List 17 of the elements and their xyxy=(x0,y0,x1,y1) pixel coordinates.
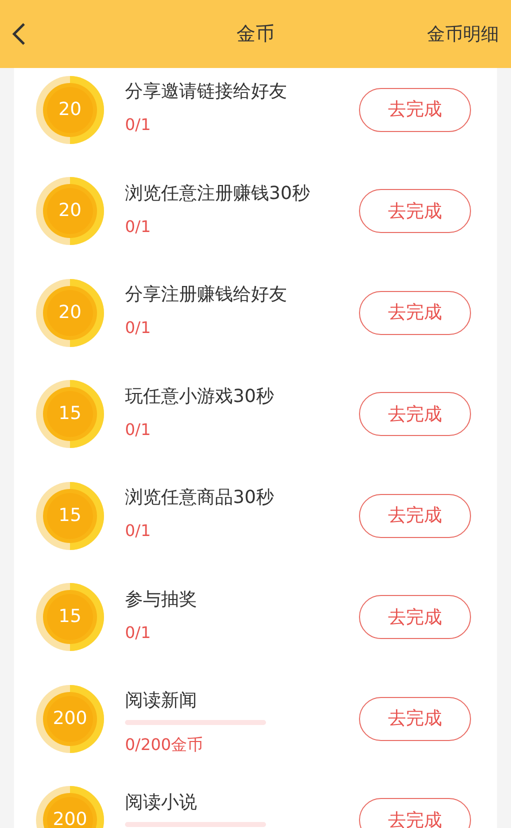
coin-amount: 20 xyxy=(58,202,82,220)
coin-amount: 200 xyxy=(52,710,88,728)
task-title: 参与抽奖 xyxy=(125,588,198,612)
coin-amount: 15 xyxy=(58,405,82,424)
coin-amount: 20 xyxy=(58,100,82,119)
page-title: 金币 xyxy=(236,22,274,47)
task-title: 分享注册赚钱给好友 xyxy=(125,283,288,307)
task-title: 分享邀请链接给好友 xyxy=(125,80,288,104)
coin-amount: 20 xyxy=(58,304,82,322)
task-title: 玩任意小游戏30秒 xyxy=(125,384,275,408)
coin-amount: 15 xyxy=(58,608,82,626)
task-title: 浏览任意商品30秒 xyxy=(125,486,275,510)
coin-amount: 15 xyxy=(58,506,82,525)
task-title: 浏览任意注册赚钱30秒 xyxy=(125,182,311,206)
task-title: 阅读小说 xyxy=(125,790,198,814)
task-title: 阅读新闻 xyxy=(125,689,198,713)
coin-amount: 200 xyxy=(52,811,88,828)
